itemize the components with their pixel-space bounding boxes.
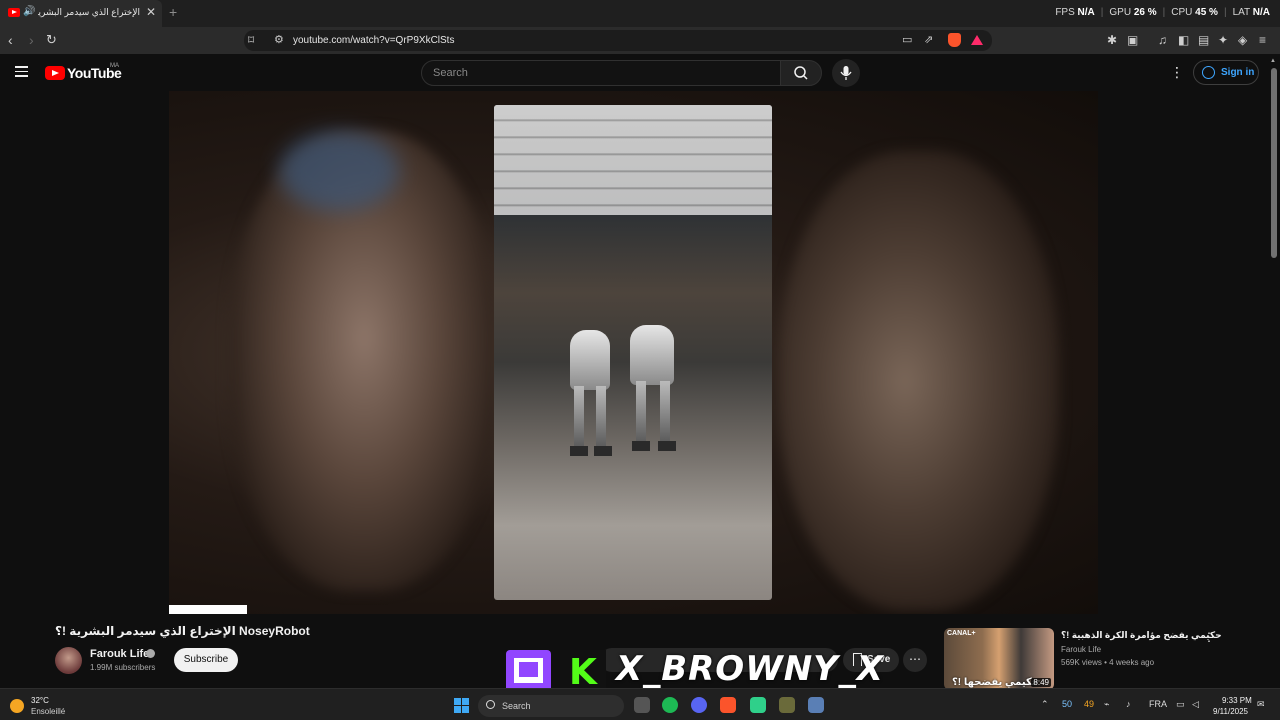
browser-toolbar: ‹ › ↻ ⌑ ⚙ youtube.com/watch?v=QrP9XkClSt…: [0, 27, 1280, 54]
recommendation-thumbnail[interactable]: CANAL+ حكيمي يفضحها !؟ 8:49: [944, 628, 1054, 690]
search-input[interactable]: Search: [421, 60, 781, 86]
forward-icon[interactable]: ›: [29, 32, 34, 48]
calculator-icon[interactable]: [808, 697, 824, 713]
game-icon[interactable]: [779, 697, 795, 713]
performance-overlay: FPS N/A | GPU 26 % | CPU 45 % | LAT N/A: [1055, 7, 1270, 18]
brave-browser-icon[interactable]: [720, 697, 736, 713]
close-tab-icon[interactable]: ✕: [146, 5, 156, 19]
bookmark-icon[interactable]: ⌑: [248, 33, 254, 47]
perf-fps: FPS N/A: [1055, 7, 1095, 18]
temperature: 32°C: [31, 696, 49, 705]
search-icon: [486, 700, 495, 709]
cast-icon[interactable]: ▭: [902, 33, 912, 46]
sun-icon: [10, 699, 24, 713]
search-button[interactable]: [780, 60, 822, 86]
display-icon[interactable]: ▭: [1176, 699, 1185, 710]
search-icon: [794, 66, 808, 80]
volume-icon[interactable]: ◁: [1192, 699, 1199, 710]
channel-name[interactable]: Farouk Life: [90, 648, 149, 660]
video-duration: 8:49: [1031, 678, 1051, 687]
brave-rewards-icon[interactable]: [971, 35, 983, 45]
recommendation-channel[interactable]: Farouk Life: [1061, 645, 1101, 654]
wallet-icon[interactable]: ▤: [1198, 33, 1209, 47]
brave-shields-icon[interactable]: [948, 33, 961, 47]
notification-icon[interactable]: ✉: [1257, 699, 1265, 710]
blurred-background-right: [779, 151, 1059, 611]
tray-overflow-icon[interactable]: ⌃: [1041, 699, 1049, 710]
search-placeholder: Search: [433, 67, 468, 79]
screenshot-icon[interactable]: ▣: [1127, 33, 1138, 47]
site-info-icon[interactable]: ⚙: [274, 33, 284, 46]
channel-avatar[interactable]: [55, 647, 82, 674]
voice-search-button[interactable]: [832, 59, 860, 87]
address-bar[interactable]: ⌑ ⚙ youtube.com/watch?v=QrP9XkClSts ▭ ⇗: [244, 30, 992, 51]
spotify-icon[interactable]: [662, 697, 678, 713]
youtube-favicon-icon: [8, 8, 20, 17]
page-scrollbar[interactable]: [1271, 68, 1277, 258]
tray-number-1: 50: [1062, 699, 1073, 709]
youtube-logo-icon[interactable]: [45, 66, 65, 80]
thumb-brand: CANAL+: [947, 630, 976, 637]
robot-right: [626, 325, 680, 460]
recommendation-more-icon[interactable]: ⋮: [1203, 630, 1215, 644]
more-actions-button[interactable]: ⋯: [903, 648, 927, 672]
windows-taskbar: 32°C Ensoleillé Search ⌃ 50 49 ⌁ ♪ FRA ▭…: [0, 688, 1280, 720]
browser-tab[interactable]: 🔊 الإختراع الذي سيدمر البشرية !؟ ✕: [0, 0, 162, 27]
thumb-text: حكيمي يفضحها !؟: [952, 677, 1039, 688]
verified-badge-icon: [146, 649, 155, 658]
sign-in-button[interactable]: Sign in: [1193, 60, 1259, 85]
share-icon[interactable]: ⇗: [924, 33, 933, 46]
task-view-icon[interactable]: [634, 697, 650, 713]
perf-lat: LAT N/A: [1232, 7, 1270, 18]
network-status-icon[interactable]: ⌁: [1104, 699, 1109, 710]
leo-ai-icon[interactable]: ✦: [1218, 33, 1228, 47]
hamburger-menu-icon[interactable]: [15, 66, 28, 77]
perf-cpu: CPU 45 %: [1171, 7, 1218, 18]
sidebar-icon[interactable]: ◧: [1178, 33, 1189, 47]
scroll-up-arrow-icon[interactable]: ▲: [1270, 58, 1276, 64]
settings-more-icon[interactable]: ⋮: [1170, 64, 1184, 81]
robot-left: [566, 330, 614, 460]
perf-gpu: GPU 26 %: [1109, 7, 1157, 18]
url-text[interactable]: youtube.com/watch?v=QrP9XkClSts: [293, 35, 454, 46]
youtube-header: YouTube MA Search ⋮ Sign in: [0, 54, 1280, 91]
video-progress-bar[interactable]: [169, 605, 248, 614]
taskbar-search[interactable]: Search: [478, 695, 624, 717]
tab-title: الإختراع الذي سيدمر البشرية !؟: [38, 7, 140, 17]
new-tab-button[interactable]: +: [169, 4, 177, 20]
media-icon[interactable]: ♫: [1158, 33, 1167, 47]
microphone-icon: [840, 66, 852, 80]
back-icon[interactable]: ‹: [8, 32, 13, 48]
speaker-icon[interactable]: 🔊: [23, 6, 35, 17]
clock-date: 9/11/2025: [1213, 707, 1248, 716]
browser-tab-strip: 🔊 الإختراع الذي سيدمر البشرية !؟ ✕ + FPS…: [0, 0, 1280, 27]
app-icon[interactable]: [750, 697, 766, 713]
sign-in-label: Sign in: [1221, 67, 1255, 78]
reload-icon[interactable]: ↻: [46, 32, 57, 48]
extensions-icon[interactable]: ✱: [1107, 33, 1117, 47]
video-player[interactable]: [169, 91, 1098, 614]
taskbar-search-label: Search: [502, 701, 531, 711]
subscribe-button[interactable]: Subscribe: [174, 648, 238, 672]
discord-icon[interactable]: [691, 697, 707, 713]
windows-start-icon[interactable]: [454, 698, 469, 713]
microphone-tray-icon[interactable]: ♪: [1126, 699, 1131, 709]
region-code: MA: [110, 63, 119, 69]
account-icon: [1202, 66, 1215, 79]
weather-condition: Ensoleillé: [31, 707, 66, 716]
subscriber-count: 1.99M subscribers: [90, 663, 156, 672]
browser-menu-icon[interactable]: ≡: [1259, 33, 1266, 47]
vpn-shield-icon[interactable]: ◈: [1238, 33, 1247, 47]
recommendation-title[interactable]: حكيمي يفضح مؤامرة الكرة الذهبية !؟: [1061, 630, 1222, 641]
clock-time: 9:33 PM: [1222, 696, 1252, 705]
language-indicator[interactable]: FRA: [1149, 699, 1167, 709]
video-title: الإختراع الذي سيدمر البشرية !؟ NoseyRobo…: [55, 624, 310, 638]
recommendation-meta: 569K views • 4 weeks ago: [1061, 658, 1155, 667]
streamer-handle: X_BROWNY_X: [616, 649, 885, 689]
blurred-hat: [279, 131, 399, 211]
video-frame-garage: [494, 105, 772, 600]
garage-door: [494, 105, 772, 215]
tray-number-2: 49: [1084, 699, 1095, 709]
